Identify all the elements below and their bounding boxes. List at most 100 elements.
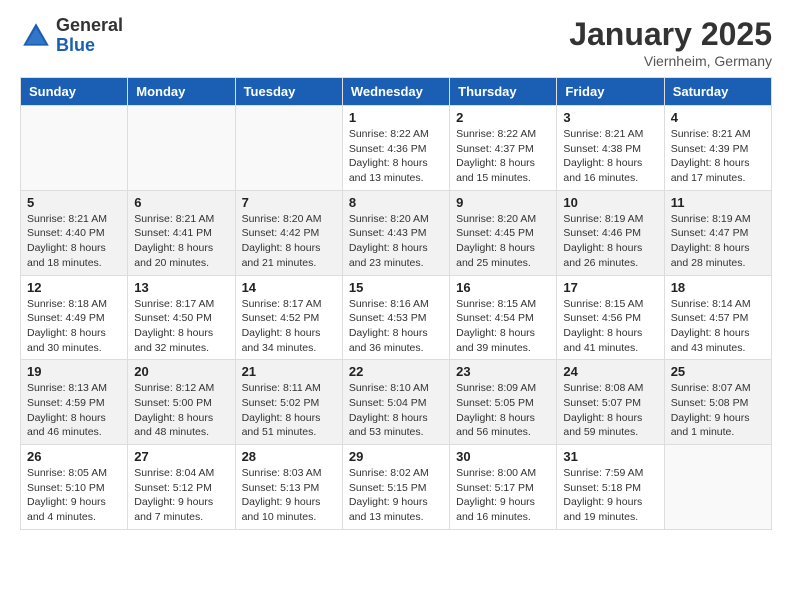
title-section: January 2025 Viernheim, Germany	[569, 16, 772, 69]
day-number: 18	[671, 280, 765, 295]
day-number: 10	[563, 195, 657, 210]
calendar-cell-w3-d1: 12 Sunrise: 8:18 AM Sunset: 4:49 PM Dayli…	[21, 275, 128, 360]
day-info: Sunrise: 8:20 AM Sunset: 4:45 PM Dayligh…	[456, 212, 550, 271]
day-info: Sunrise: 8:15 AM Sunset: 4:56 PM Dayligh…	[563, 297, 657, 356]
day-info: Sunrise: 8:21 AM Sunset: 4:38 PM Dayligh…	[563, 127, 657, 186]
header-tuesday: Tuesday	[235, 78, 342, 106]
day-number: 1	[349, 110, 443, 125]
header-friday: Friday	[557, 78, 664, 106]
day-number: 26	[27, 449, 121, 464]
calendar-cell-w5-d5: 30 Sunrise: 8:00 AM Sunset: 5:17 PM Dayli…	[450, 445, 557, 530]
calendar-cell-w5-d4: 29 Sunrise: 8:02 AM Sunset: 5:15 PM Dayli…	[342, 445, 449, 530]
calendar-week-4: 19 Sunrise: 8:13 AM Sunset: 4:59 PM Dayli…	[21, 360, 772, 445]
logo-blue: Blue	[56, 36, 123, 56]
header-saturday: Saturday	[664, 78, 771, 106]
calendar-cell-w3-d4: 15 Sunrise: 8:16 AM Sunset: 4:53 PM Dayli…	[342, 275, 449, 360]
header-monday: Monday	[128, 78, 235, 106]
calendar-cell-w4-d1: 19 Sunrise: 8:13 AM Sunset: 4:59 PM Dayli…	[21, 360, 128, 445]
day-info: Sunrise: 8:09 AM Sunset: 5:05 PM Dayligh…	[456, 381, 550, 440]
calendar-week-5: 26 Sunrise: 8:05 AM Sunset: 5:10 PM Dayli…	[21, 445, 772, 530]
calendar-cell-w4-d7: 25 Sunrise: 8:07 AM Sunset: 5:08 PM Dayli…	[664, 360, 771, 445]
calendar-cell-w4-d4: 22 Sunrise: 8:10 AM Sunset: 5:04 PM Dayli…	[342, 360, 449, 445]
day-number: 16	[456, 280, 550, 295]
day-number: 14	[242, 280, 336, 295]
logo: General Blue	[20, 16, 123, 56]
logo-general: General	[56, 16, 123, 36]
day-number: 15	[349, 280, 443, 295]
calendar-week-1: 1Sunrise: 8:22 AM Sunset: 4:36 PM Daylig…	[21, 106, 772, 191]
day-number: 5	[27, 195, 121, 210]
day-number: 28	[242, 449, 336, 464]
calendar-cell-w4-d2: 20Sunrise: 8:12 AM Sunset: 5:00 PM Dayli…	[128, 360, 235, 445]
day-number: 3	[563, 110, 657, 125]
day-info: Sunrise: 8:02 AM Sunset: 5:15 PM Dayligh…	[349, 466, 443, 525]
day-number: 17	[563, 280, 657, 295]
header-wednesday: Wednesday	[342, 78, 449, 106]
calendar-cell-w5-d6: 31Sunrise: 7:59 AM Sunset: 5:18 PM Dayli…	[557, 445, 664, 530]
calendar-cell-w2-d1: 5 Sunrise: 8:21 AM Sunset: 4:40 PM Daylig…	[21, 190, 128, 275]
day-number: 19	[27, 364, 121, 379]
day-info: Sunrise: 8:05 AM Sunset: 5:10 PM Dayligh…	[27, 466, 121, 525]
day-number: 12	[27, 280, 121, 295]
day-info: Sunrise: 8:13 AM Sunset: 4:59 PM Dayligh…	[27, 381, 121, 440]
calendar-cell-w1-d3	[235, 106, 342, 191]
header-sunday: Sunday	[21, 78, 128, 106]
day-number: 25	[671, 364, 765, 379]
calendar-cell-w4-d3: 21Sunrise: 8:11 AM Sunset: 5:02 PM Dayli…	[235, 360, 342, 445]
calendar-cell-w3-d3: 14Sunrise: 8:17 AM Sunset: 4:52 PM Dayli…	[235, 275, 342, 360]
calendar-cell-w5-d1: 26 Sunrise: 8:05 AM Sunset: 5:10 PM Dayli…	[21, 445, 128, 530]
day-info: Sunrise: 8:15 AM Sunset: 4:54 PM Dayligh…	[456, 297, 550, 356]
day-number: 29	[349, 449, 443, 464]
calendar-wrapper: Sunday Monday Tuesday Wednesday Thursday…	[0, 77, 792, 540]
day-number: 13	[134, 280, 228, 295]
day-info: Sunrise: 8:22 AM Sunset: 4:37 PM Dayligh…	[456, 127, 550, 186]
calendar-cell-w1-d5: 2 Sunrise: 8:22 AM Sunset: 4:37 PM Daylig…	[450, 106, 557, 191]
day-info: Sunrise: 8:07 AM Sunset: 5:08 PM Dayligh…	[671, 381, 765, 440]
day-number: 9	[456, 195, 550, 210]
day-number: 6	[134, 195, 228, 210]
day-number: 24	[563, 364, 657, 379]
day-info: Sunrise: 8:20 AM Sunset: 4:43 PM Dayligh…	[349, 212, 443, 271]
calendar-cell-w2-d5: 9 Sunrise: 8:20 AM Sunset: 4:45 PM Daylig…	[450, 190, 557, 275]
day-info: Sunrise: 8:14 AM Sunset: 4:57 PM Dayligh…	[671, 297, 765, 356]
calendar-cell-w3-d5: 16 Sunrise: 8:15 AM Sunset: 4:54 PM Dayli…	[450, 275, 557, 360]
calendar-cell-w1-d6: 3 Sunrise: 8:21 AM Sunset: 4:38 PM Daylig…	[557, 106, 664, 191]
month-title: January 2025	[569, 16, 772, 53]
logo-icon	[20, 20, 52, 52]
calendar-cell-w5-d3: 28 Sunrise: 8:03 AM Sunset: 5:13 PM Dayli…	[235, 445, 342, 530]
calendar-cell-w2-d6: 10 Sunrise: 8:19 AM Sunset: 4:46 PM Dayli…	[557, 190, 664, 275]
calendar-cell-w5-d2: 27Sunrise: 8:04 AM Sunset: 5:12 PM Dayli…	[128, 445, 235, 530]
calendar-cell-w4-d5: 23 Sunrise: 8:09 AM Sunset: 5:05 PM Dayli…	[450, 360, 557, 445]
day-number: 8	[349, 195, 443, 210]
day-info: Sunrise: 8:16 AM Sunset: 4:53 PM Dayligh…	[349, 297, 443, 356]
calendar-cell-w3-d2: 13 Sunrise: 8:17 AM Sunset: 4:50 PM Dayli…	[128, 275, 235, 360]
day-number: 30	[456, 449, 550, 464]
calendar-cell-w2-d2: 6 Sunrise: 8:21 AM Sunset: 4:41 PM Daylig…	[128, 190, 235, 275]
calendar-cell-w1-d7: 4Sunrise: 8:21 AM Sunset: 4:39 PM Daylig…	[664, 106, 771, 191]
day-info: Sunrise: 8:18 AM Sunset: 4:49 PM Dayligh…	[27, 297, 121, 356]
header-thursday: Thursday	[450, 78, 557, 106]
calendar-header-row: Sunday Monday Tuesday Wednesday Thursday…	[21, 78, 772, 106]
calendar-cell-w2-d4: 8 Sunrise: 8:20 AM Sunset: 4:43 PM Daylig…	[342, 190, 449, 275]
day-number: 22	[349, 364, 443, 379]
day-info: Sunrise: 8:03 AM Sunset: 5:13 PM Dayligh…	[242, 466, 336, 525]
day-info: Sunrise: 8:21 AM Sunset: 4:40 PM Dayligh…	[27, 212, 121, 271]
day-info: Sunrise: 8:10 AM Sunset: 5:04 PM Dayligh…	[349, 381, 443, 440]
calendar-cell-w4-d6: 24Sunrise: 8:08 AM Sunset: 5:07 PM Dayli…	[557, 360, 664, 445]
calendar-week-3: 12 Sunrise: 8:18 AM Sunset: 4:49 PM Dayli…	[21, 275, 772, 360]
day-info: Sunrise: 8:04 AM Sunset: 5:12 PM Dayligh…	[134, 466, 228, 525]
day-info: Sunrise: 8:19 AM Sunset: 4:46 PM Dayligh…	[563, 212, 657, 271]
calendar-cell-w3-d6: 17 Sunrise: 8:15 AM Sunset: 4:56 PM Dayli…	[557, 275, 664, 360]
day-info: Sunrise: 8:00 AM Sunset: 5:17 PM Dayligh…	[456, 466, 550, 525]
day-info: Sunrise: 8:17 AM Sunset: 4:50 PM Dayligh…	[134, 297, 228, 356]
calendar-cell-w5-d7	[664, 445, 771, 530]
day-number: 2	[456, 110, 550, 125]
day-info: Sunrise: 8:21 AM Sunset: 4:41 PM Dayligh…	[134, 212, 228, 271]
calendar-cell-w3-d7: 18 Sunrise: 8:14 AM Sunset: 4:57 PM Dayli…	[664, 275, 771, 360]
day-number: 23	[456, 364, 550, 379]
calendar-cell-w1-d2	[128, 106, 235, 191]
day-info: Sunrise: 8:12 AM Sunset: 5:00 PM Dayligh…	[134, 381, 228, 440]
calendar-week-2: 5 Sunrise: 8:21 AM Sunset: 4:40 PM Daylig…	[21, 190, 772, 275]
day-number: 21	[242, 364, 336, 379]
day-number: 11	[671, 195, 765, 210]
